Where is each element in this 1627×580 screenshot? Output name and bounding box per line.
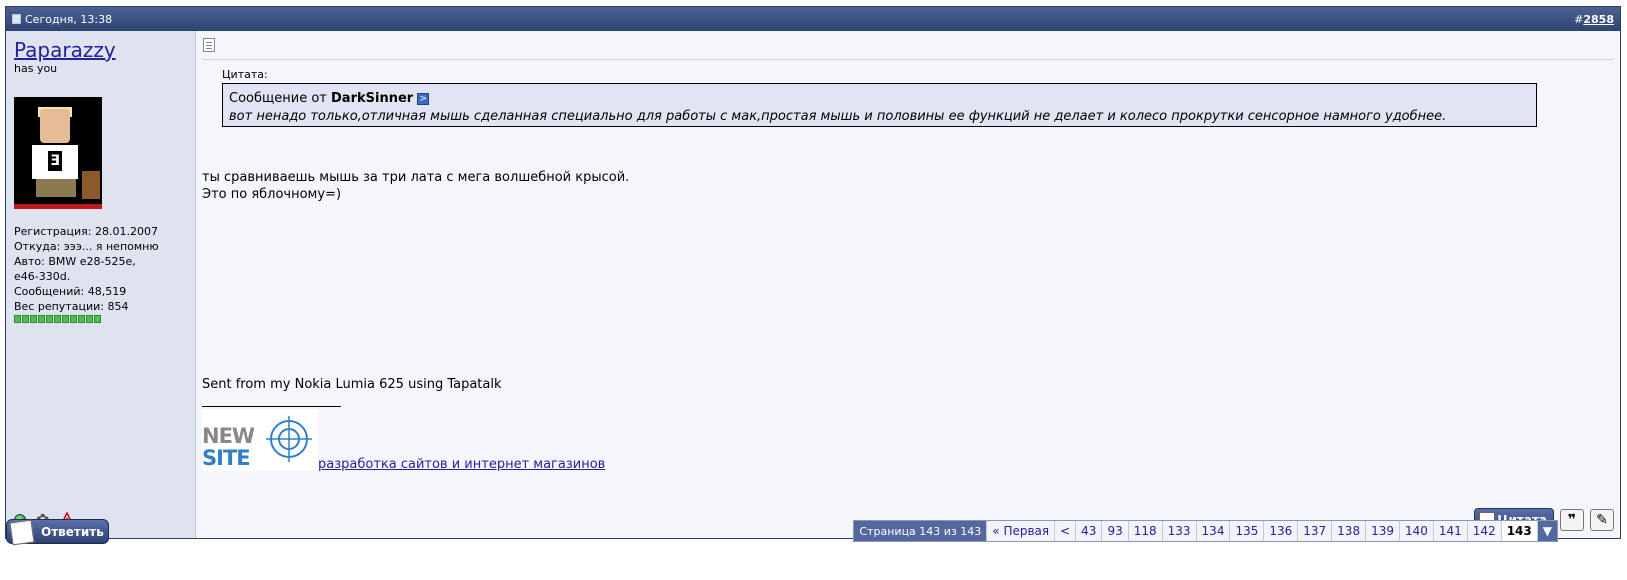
post-header: Сегодня, 13:38 #2858	[6, 7, 1620, 31]
post-container: Сегодня, 13:38 #2858 Paparazzy has you Ǝ…	[5, 6, 1621, 539]
post-date-area: Сегодня, 13:38	[12, 13, 112, 26]
multiquote-icon[interactable]: ❞	[1560, 509, 1584, 531]
avatar-legs	[36, 179, 76, 197]
pagination-page-link[interactable]: 137	[1297, 521, 1332, 541]
avatar-head	[40, 109, 70, 143]
pagination-page-link[interactable]: 43	[1075, 521, 1102, 541]
avatar-floor	[14, 204, 102, 209]
signature-link[interactable]: разработка сайтов и интернет магазинов	[318, 457, 605, 472]
pagination-page-link[interactable]: 139	[1365, 521, 1399, 541]
pagination-page-link[interactable]: 135	[1229, 521, 1264, 541]
avatar-barrel	[82, 171, 100, 199]
message-line-1: ты сравниваешь мышь за три лата с мега в…	[202, 170, 630, 185]
title-separator	[202, 59, 1614, 60]
pagination-dropdown-icon[interactable]: ▼	[1536, 521, 1557, 541]
avatar[interactable]: Ǝ	[14, 97, 102, 209]
reputation-pip	[46, 315, 53, 323]
reputation-pip	[78, 315, 85, 323]
quote-text: вот ненадо только,отличная мышь сделанна…	[229, 109, 1447, 124]
pagination-page-link[interactable]: 118	[1127, 521, 1162, 541]
pagination-page-link[interactable]: 140	[1398, 521, 1433, 541]
post-date: Сегодня, 13:38	[25, 12, 113, 26]
logo-text-site: SITE	[202, 446, 251, 470]
pagination-first[interactable]: « Первая	[986, 521, 1055, 541]
user-title: has you	[14, 62, 58, 75]
logo-text-new: NEW	[202, 424, 255, 448]
pagination-page-link[interactable]: 138	[1331, 521, 1366, 541]
pagination-pages: 43 93 118 133 134 135 136 137 138 139 140 141 142	[1075, 521, 1501, 541]
reputation-bar	[14, 315, 195, 323]
reputation-pip	[30, 315, 37, 323]
reply-pen-icon	[9, 519, 35, 546]
pagination-label: Страница 143 из 143	[854, 521, 987, 541]
pagination-prev[interactable]: <	[1054, 521, 1076, 541]
document-icon	[12, 14, 21, 24]
quote-label: Цитата:	[222, 68, 268, 81]
user-info-car: Авто: BMW e28-525e,	[14, 255, 136, 268]
pagination-current: 143	[1500, 521, 1537, 541]
post-number-link[interactable]: 2858	[1583, 13, 1614, 26]
user-info-location: Откуда: эээ... я непомню	[14, 240, 159, 253]
post-number-area: #2858	[1574, 13, 1614, 26]
edit-icon[interactable]: ✎	[1590, 509, 1614, 531]
pagination: Страница 143 из 143 « Первая < 43 93 118 13…	[853, 520, 1558, 542]
message-body: ты сравниваешь мышь за три лата с мега в…	[202, 169, 629, 203]
reputation-pip	[54, 315, 61, 323]
reputation-pip	[70, 315, 77, 323]
user-info-posts: Сообщений: 48,519	[14, 285, 127, 298]
quote-box: Сообщение от DarkSinner > вот ненадо тол…	[222, 83, 1537, 127]
signature-rule	[202, 406, 341, 407]
user-info-reputation: Вес репутации: 854	[14, 300, 129, 313]
reply-button[interactable]: Ответить	[6, 519, 109, 546]
message-line-2: Это по яблочному=)	[202, 187, 342, 202]
pagination-page-link[interactable]: 142	[1466, 521, 1501, 541]
user-sidebar: Paparazzy has you Ǝ Регистрация: 28.01.2…	[6, 31, 196, 538]
newsite-logo[interactable]: NEW SITE	[202, 409, 318, 471]
pagination-page-link[interactable]: 93	[1101, 521, 1128, 541]
target-icon	[266, 416, 312, 462]
reputation-pip	[38, 315, 45, 323]
quote-header: Сообщение от DarkSinner >	[229, 90, 1530, 108]
user-info: Регистрация: 28.01.2007 Откуда: эээ... я…	[14, 224, 195, 323]
pagination-page-link[interactable]: 133	[1161, 521, 1196, 541]
view-post-icon[interactable]: >	[417, 92, 430, 105]
username-link[interactable]: Paparazzy	[14, 39, 195, 61]
avatar-shirt-sign: Ǝ	[48, 151, 62, 171]
post-icon	[203, 38, 215, 52]
reputation-pip	[62, 315, 69, 323]
reply-button-label: Ответить	[41, 524, 104, 539]
quote-from-prefix: Сообщение от	[229, 91, 327, 106]
reputation-pip	[22, 315, 29, 323]
reputation-pip	[14, 315, 21, 323]
reputation-pip	[86, 315, 93, 323]
pagination-page-link[interactable]: 136	[1263, 521, 1298, 541]
reputation-pip	[94, 315, 101, 323]
user-info-registration: Регистрация: 28.01.2007	[14, 225, 158, 238]
pagination-page-link[interactable]: 134	[1195, 521, 1230, 541]
post-number-prefix: #	[1574, 12, 1584, 26]
quote-author: DarkSinner	[331, 91, 414, 106]
signature-tapatalk: Sent from my Nokia Lumia 625 using Tapat…	[202, 377, 502, 392]
user-info-car-cont: e46-330d.	[14, 270, 71, 283]
post-content: Цитата: Сообщение от DarkSinner > вот не…	[196, 31, 1620, 538]
pagination-page-link[interactable]: 141	[1432, 521, 1467, 541]
